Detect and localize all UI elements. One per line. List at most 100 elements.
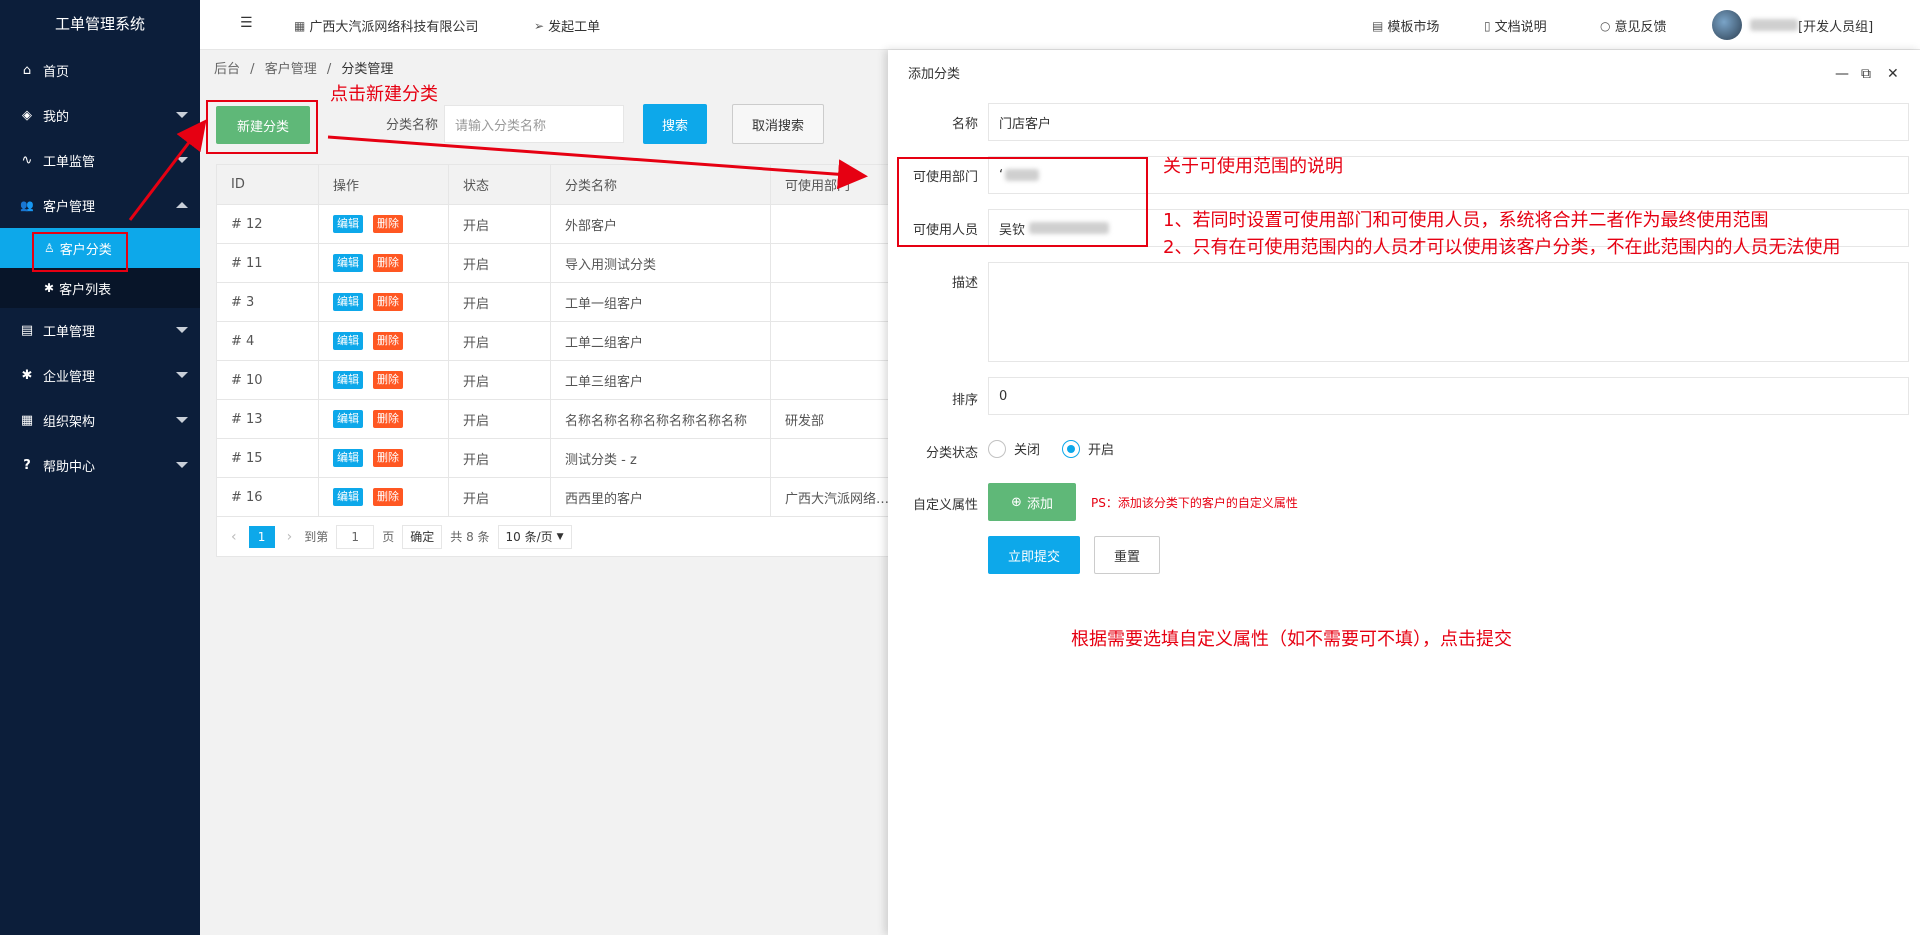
ps-note: PS：添加该分类下的客户的自定义属性	[1091, 496, 1298, 510]
annotation-box-scope	[897, 157, 1148, 247]
cell-name: 工单一组客户	[550, 282, 771, 322]
delete-button[interactable]: 删除	[373, 488, 403, 506]
page-size-select[interactable]: 10 条/页 ▼	[497, 524, 572, 549]
edit-button[interactable]: 编辑	[333, 332, 363, 350]
close-icon[interactable]: ✕	[1887, 66, 1899, 82]
delete-button[interactable]: 删除	[373, 410, 403, 428]
status-on-radio[interactable]: 开启	[1062, 439, 1114, 458]
table-row: # 13 编辑 删除 开启 名称名称名称名称名称名称名称 研发部	[216, 399, 891, 439]
main-content: 后台 / 客户管理 / 分类管理 新建分类 分类名称 请输入分类名称 搜索 取消…	[200, 50, 891, 935]
company-switch-link[interactable]: ▦ 广西大汽派网络科技有限公司	[294, 16, 479, 36]
col-actions: 操作	[318, 164, 449, 205]
company-name: 广西大汽派网络科技有限公司	[309, 20, 479, 35]
annotation-scope-line2: 2、只有在可使用范围内的人员才可以使用该客户分类，不在此范围内的人员无法使用	[1163, 237, 1841, 258]
users-icon: 👥	[20, 199, 34, 212]
template-market-link[interactable]: ▤ 模板市场	[1372, 16, 1440, 36]
current-page[interactable]: 1	[248, 525, 275, 548]
nav-ticket-management-label: 工单管理	[43, 325, 96, 340]
status-on-label: 开启	[1088, 443, 1115, 458]
cell-name: 工单三组客户	[550, 360, 771, 400]
menu-toggle-icon[interactable]: ☰	[240, 15, 253, 31]
edit-button[interactable]: 编辑	[333, 215, 363, 233]
nav-help-center-label: 帮助中心	[43, 460, 96, 475]
cell-dept: 研发部	[770, 399, 891, 439]
edit-button[interactable]: 编辑	[333, 293, 363, 311]
name-input[interactable]: 门店客户	[988, 103, 1909, 141]
user-group-label: [开发人员组]	[1798, 19, 1874, 35]
edit-button[interactable]: 编辑	[333, 449, 363, 467]
nav-home[interactable]: ⌂ 首页	[0, 48, 200, 93]
plus-circle-icon: ⊕	[1011, 494, 1022, 510]
pulse-icon: ∿	[21, 153, 33, 168]
custom-attr-label: 自定义属性	[912, 498, 978, 513]
delete-button[interactable]: 删除	[373, 371, 403, 389]
minimize-icon[interactable]: —	[1835, 66, 1849, 82]
table-row: # 11 编辑 删除 开启 导入用测试分类	[216, 243, 891, 283]
nav-ticket-monitor[interactable]: ∿ 工单监管	[0, 138, 200, 183]
chevron-down-icon	[176, 462, 188, 468]
chevron-down-icon	[176, 112, 188, 118]
search-input[interactable]: 请输入分类名称	[444, 105, 624, 143]
org-icon: ▦	[20, 413, 34, 428]
search-button[interactable]: 搜索	[643, 104, 707, 144]
nav-customer-management[interactable]: 👥 客户管理	[0, 183, 200, 228]
maximize-icon[interactable]: ⧉	[1861, 66, 1871, 82]
category-table: ID 操作 状态 分类名称 可使用部门 # 12 编辑 删除 开启 外部客户 # 11 编辑…	[216, 164, 891, 517]
desc-textarea[interactable]	[988, 262, 1909, 362]
layers-icon: ◈	[22, 108, 32, 123]
cell-id: # 16	[216, 477, 319, 517]
table-row: # 10 编辑 删除 开启 工单三组客户	[216, 360, 891, 400]
apps-icon: ▦	[294, 18, 306, 33]
feedback-link[interactable]: ○ 意见反馈	[1600, 16, 1667, 36]
nav-mine[interactable]: ◈ 我的	[0, 93, 200, 138]
add-attribute-button[interactable]: ⊕ 添加	[988, 483, 1076, 521]
goto-input[interactable]: 1	[336, 524, 375, 549]
cell-name: 西西里的客户	[550, 477, 771, 517]
new-ticket-link[interactable]: ➢ 发起工单	[534, 16, 600, 36]
user-menu[interactable]: [开发人员组]	[1712, 10, 1873, 40]
edit-button[interactable]: 编辑	[333, 371, 363, 389]
col-id: ID	[216, 164, 319, 205]
avatar	[1712, 10, 1742, 40]
goto-confirm-button[interactable]: 确定	[402, 524, 443, 549]
sort-input[interactable]: 0	[988, 377, 1909, 415]
nav-org-structure[interactable]: ▦ 组织架构	[0, 398, 200, 443]
sub-customer-list[interactable]: ✱ 客户列表	[0, 268, 200, 308]
reset-button[interactable]: 重置	[1094, 536, 1160, 574]
send-icon: ➢	[534, 18, 545, 33]
template-market-label: 模板市场	[1387, 20, 1440, 35]
next-page-icon[interactable]: ›	[287, 529, 293, 545]
clipboard-icon: ▤	[20, 323, 34, 338]
radio-off-icon	[988, 439, 1006, 458]
cell-name: 名称名称名称名称名称名称名称	[550, 399, 771, 439]
cancel-search-button[interactable]: 取消搜索	[732, 104, 824, 144]
delete-button[interactable]: 删除	[373, 332, 403, 350]
delete-button[interactable]: 删除	[373, 254, 403, 272]
breadcrumb-root[interactable]: 后台	[214, 62, 240, 77]
breadcrumb-sep: /	[326, 62, 332, 77]
nav-help-center[interactable]: ? 帮助中心	[0, 443, 200, 488]
pagination: ‹ 1 › 到第 1 页 确定 共 8 条 10 条/页 ▼	[216, 517, 890, 557]
cell-status: 开启	[448, 438, 551, 478]
docs-link[interactable]: ▯ 文档说明	[1484, 16, 1547, 36]
delete-button[interactable]: 删除	[373, 215, 403, 233]
name-label: 名称	[951, 117, 978, 132]
nav-enterprise-management[interactable]: ✱ 企业管理	[0, 353, 200, 398]
submit-button[interactable]: 立即提交	[988, 536, 1080, 574]
edit-button[interactable]: 编辑	[333, 410, 363, 428]
table-row: # 15 编辑 删除 开启 测试分类 - z	[216, 438, 891, 478]
status-off-radio[interactable]: 关闭	[988, 439, 1040, 458]
breadcrumb-sep: /	[250, 62, 255, 77]
edit-button[interactable]: 编辑	[333, 488, 363, 506]
breadcrumb-parent[interactable]: 客户管理	[265, 62, 317, 77]
delete-button[interactable]: 删除	[373, 293, 403, 311]
col-dept: 可使用部门	[770, 164, 891, 205]
delete-button[interactable]: 删除	[373, 449, 403, 467]
breadcrumb: 后台 / 客户管理 / 分类管理	[214, 58, 393, 77]
prev-page-icon[interactable]: ‹	[231, 529, 237, 545]
search-label: 分类名称	[385, 118, 438, 133]
nav-ticket-management[interactable]: ▤ 工单管理	[0, 308, 200, 353]
cell-name: 外部客户	[550, 204, 771, 244]
goto-label: 到第	[304, 530, 329, 544]
edit-button[interactable]: 编辑	[333, 254, 363, 272]
